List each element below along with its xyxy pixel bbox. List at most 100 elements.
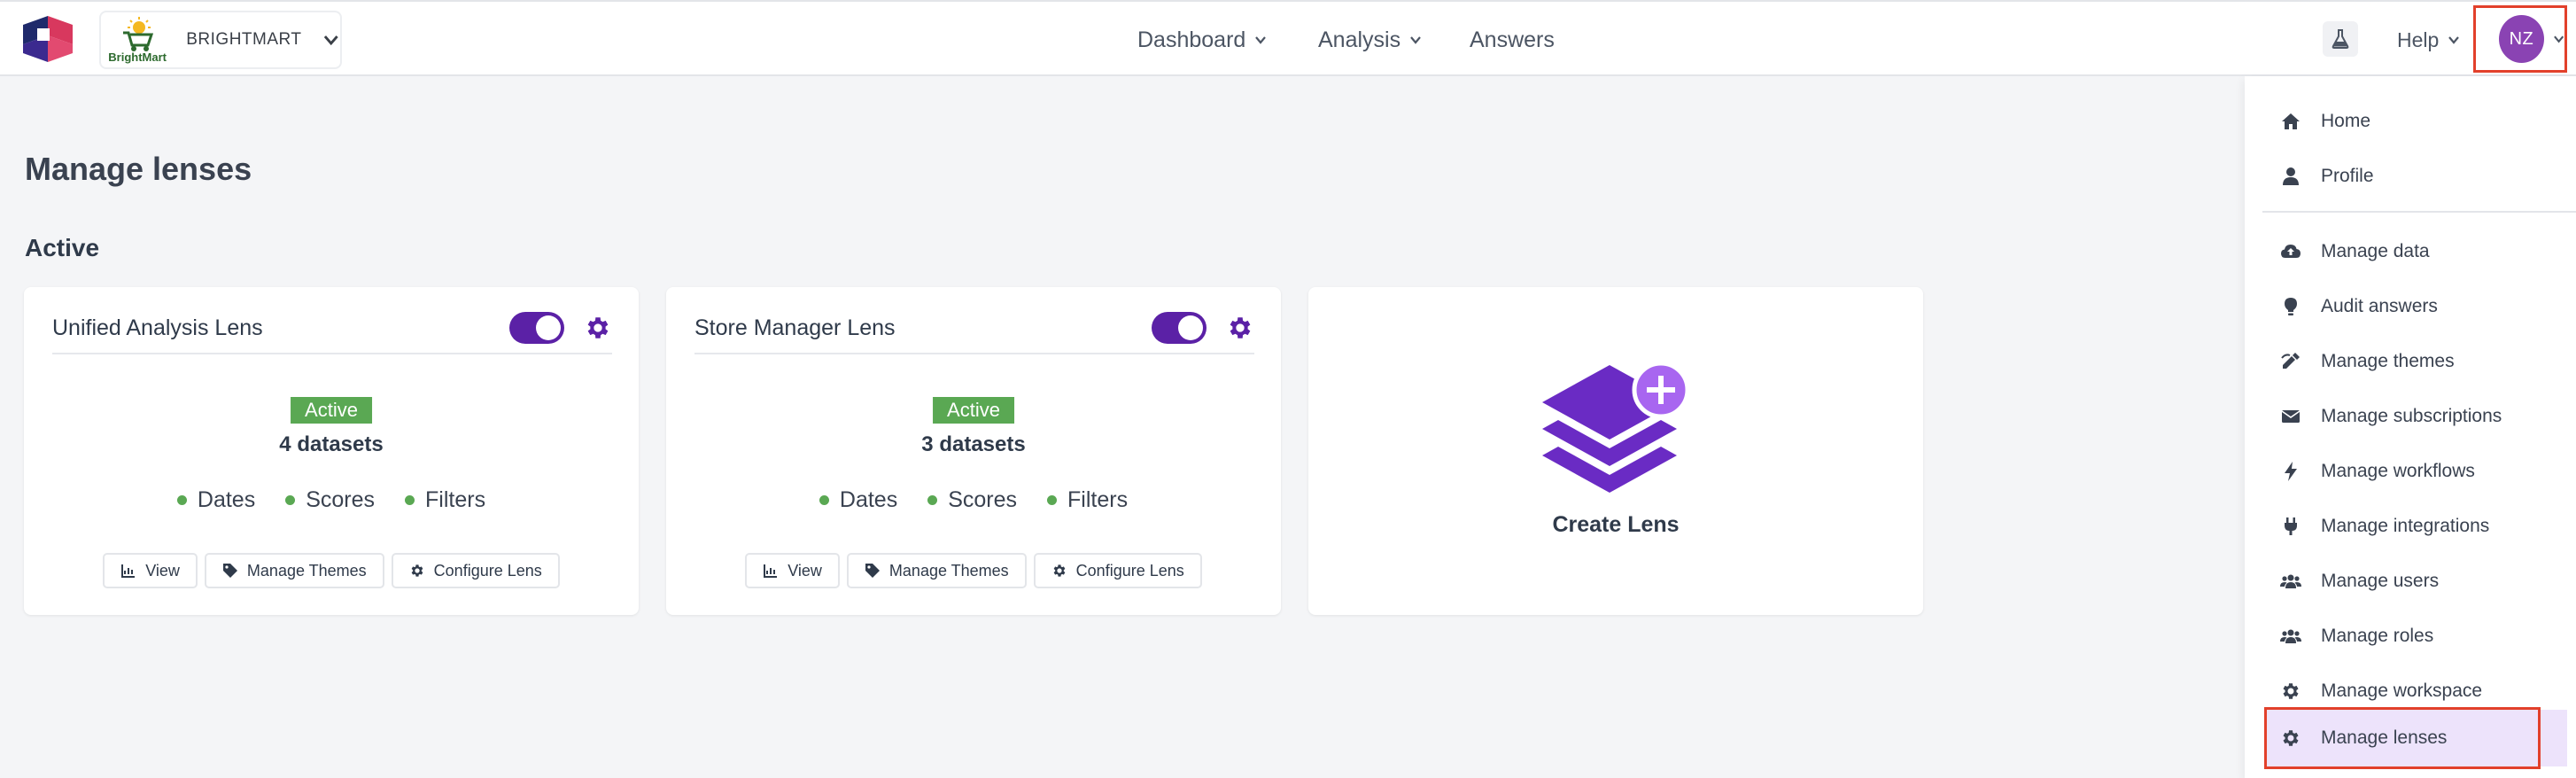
user-icon (2280, 166, 2301, 187)
gear-icon (411, 564, 423, 577)
menu-item-manage-subscriptions[interactable]: Manage subscriptions (2245, 394, 2576, 439)
tag-icon (865, 564, 880, 578)
menu-item-home[interactable]: Home (2245, 99, 2576, 144)
help-menu[interactable]: Help (2397, 2, 2460, 78)
toggle-knob (536, 315, 561, 340)
nav-dashboard[interactable]: Dashboard (1137, 2, 1267, 78)
app-logo[interactable] (23, 16, 73, 62)
create-lens-label: Create Lens (1552, 512, 1680, 537)
envelope-icon (2280, 406, 2301, 427)
menu-item-manage-integrations[interactable]: Manage integrations (2245, 504, 2576, 548)
status-dot (285, 495, 296, 505)
lightbulb-icon (2280, 296, 2301, 317)
lens-actions: View Manage Themes Configure Lens (666, 553, 1281, 588)
lens-tags: Dates Scores Filters (24, 487, 639, 513)
tag-dates: Dates (819, 487, 897, 513)
menu-item-label: Manage themes (2321, 351, 2455, 371)
menu-divider (2262, 211, 2576, 213)
chevron-down-icon (1255, 36, 1267, 44)
labs-button[interactable] (2323, 21, 2358, 57)
menu-item-label: Manage data (2321, 241, 2430, 261)
status-dot (927, 495, 938, 505)
configure-lens-label: Configure Lens (433, 561, 542, 580)
nav-analysis[interactable]: Analysis (1318, 2, 1422, 78)
menu-item-manage-roles[interactable]: Manage roles (2245, 614, 2576, 658)
configure-lens-button[interactable]: Configure Lens (1033, 553, 1202, 588)
menu-item-label: Manage subscriptions (2321, 406, 2502, 426)
menu-item-manage-users[interactable]: Manage users (2245, 559, 2576, 603)
menu-item-manage-data[interactable]: Manage data (2245, 230, 2576, 274)
status-badge: Active (933, 397, 1014, 424)
chevron-down-icon (1410, 36, 1421, 44)
palette-icon (2280, 351, 2301, 372)
page-title: Manage lenses (25, 151, 252, 187)
toggle-knob (1178, 315, 1203, 340)
user-dropdown-menu: Home Profile Manage data Audit answers M… (2245, 76, 2576, 778)
status-dot (1047, 495, 1058, 505)
tag-icon (222, 564, 237, 578)
menu-item-label: Manage roles (2321, 626, 2434, 646)
status-badge: Active (291, 397, 372, 424)
menu-item-audit-answers[interactable]: Audit answers (2245, 284, 2576, 329)
lens-name: Unified Analysis Lens (52, 315, 263, 340)
tag-filters: Filters (1047, 487, 1128, 513)
menu-item-label: Manage workspace (2321, 681, 2483, 701)
lens-card-header: Unified Analysis Lens (52, 303, 612, 354)
chevron-down-icon (323, 35, 338, 46)
nav-answers[interactable]: Answers (1470, 2, 1555, 78)
tenant-logo: BrightMart (105, 12, 170, 67)
lens-card: Unified Analysis Lens Active 4 datasets … (24, 287, 639, 615)
lens-name: Store Manager Lens (694, 315, 896, 340)
plug-icon (2280, 516, 2301, 537)
lens-actions: View Manage Themes Configure Lens (24, 553, 639, 588)
menu-item-label: Home (2321, 111, 2371, 131)
chart-line-icon (121, 564, 136, 578)
configure-lens-button[interactable]: Configure Lens (391, 553, 560, 588)
menu-item-manage-workflows[interactable]: Manage workflows (2245, 449, 2576, 494)
view-button[interactable]: View (745, 553, 840, 588)
layers-plus-icon (1542, 361, 1690, 493)
status-dot (819, 495, 829, 505)
tag-label: Scores (948, 487, 1018, 512)
tag-label: Scores (306, 487, 376, 512)
lens-tags: Dates Scores Filters (666, 487, 1281, 513)
tag-dates: Dates (176, 487, 256, 513)
help-label: Help (2397, 27, 2440, 51)
manage-themes-button[interactable]: Manage Themes (204, 553, 384, 588)
configure-lens-label: Configure Lens (1075, 561, 1184, 580)
dataset-count: 4 datasets (279, 432, 384, 456)
manage-themes-label: Manage Themes (888, 561, 1009, 580)
gear-icon[interactable] (584, 314, 612, 342)
menu-item-profile[interactable]: Profile (2245, 154, 2576, 198)
create-lens-card[interactable]: Create Lens (1308, 287, 1923, 615)
home-icon (2280, 111, 2301, 132)
menu-item-label: Audit answers (2321, 296, 2438, 316)
lens-enabled-toggle[interactable] (1152, 312, 1207, 344)
tag-label: Dates (197, 487, 256, 512)
manage-themes-button[interactable]: Manage Themes (846, 553, 1027, 588)
tag-label: Filters (425, 487, 486, 512)
menu-item-manage-themes[interactable]: Manage themes (2245, 339, 2576, 384)
user-menu-trigger[interactable]: NZ (2473, 5, 2567, 73)
flask-icon (2332, 29, 2349, 49)
lens-enabled-toggle[interactable] (509, 312, 564, 344)
tenant-switcher[interactable]: BrightMart BRIGHTMART (99, 11, 342, 69)
tag-scores: Scores (927, 487, 1017, 513)
shopping-cart-sun-icon (123, 16, 154, 51)
gear-icon[interactable] (1226, 314, 1254, 342)
tag-label: Filters (1067, 487, 1129, 512)
avatar: NZ (2499, 15, 2544, 63)
view-button[interactable]: View (103, 553, 198, 588)
tenant-name: BRIGHTMART (186, 30, 302, 49)
section-title-active: Active (25, 234, 100, 261)
manage-themes-label: Manage Themes (246, 561, 367, 580)
menu-item-label: Profile (2321, 166, 2374, 186)
tag-label: Dates (839, 487, 898, 512)
menu-item-label: Manage users (2321, 571, 2440, 591)
top-navigation-bar: BrightMart BRIGHTMART Dashboard Analysis… (0, 0, 2576, 76)
cloud-upload-icon (2280, 241, 2301, 262)
tag-filters: Filters (405, 487, 485, 513)
chart-line-icon (764, 564, 778, 578)
nav-answers-label: Answers (1470, 27, 1555, 52)
menu-item-label: Manage integrations (2321, 516, 2490, 536)
